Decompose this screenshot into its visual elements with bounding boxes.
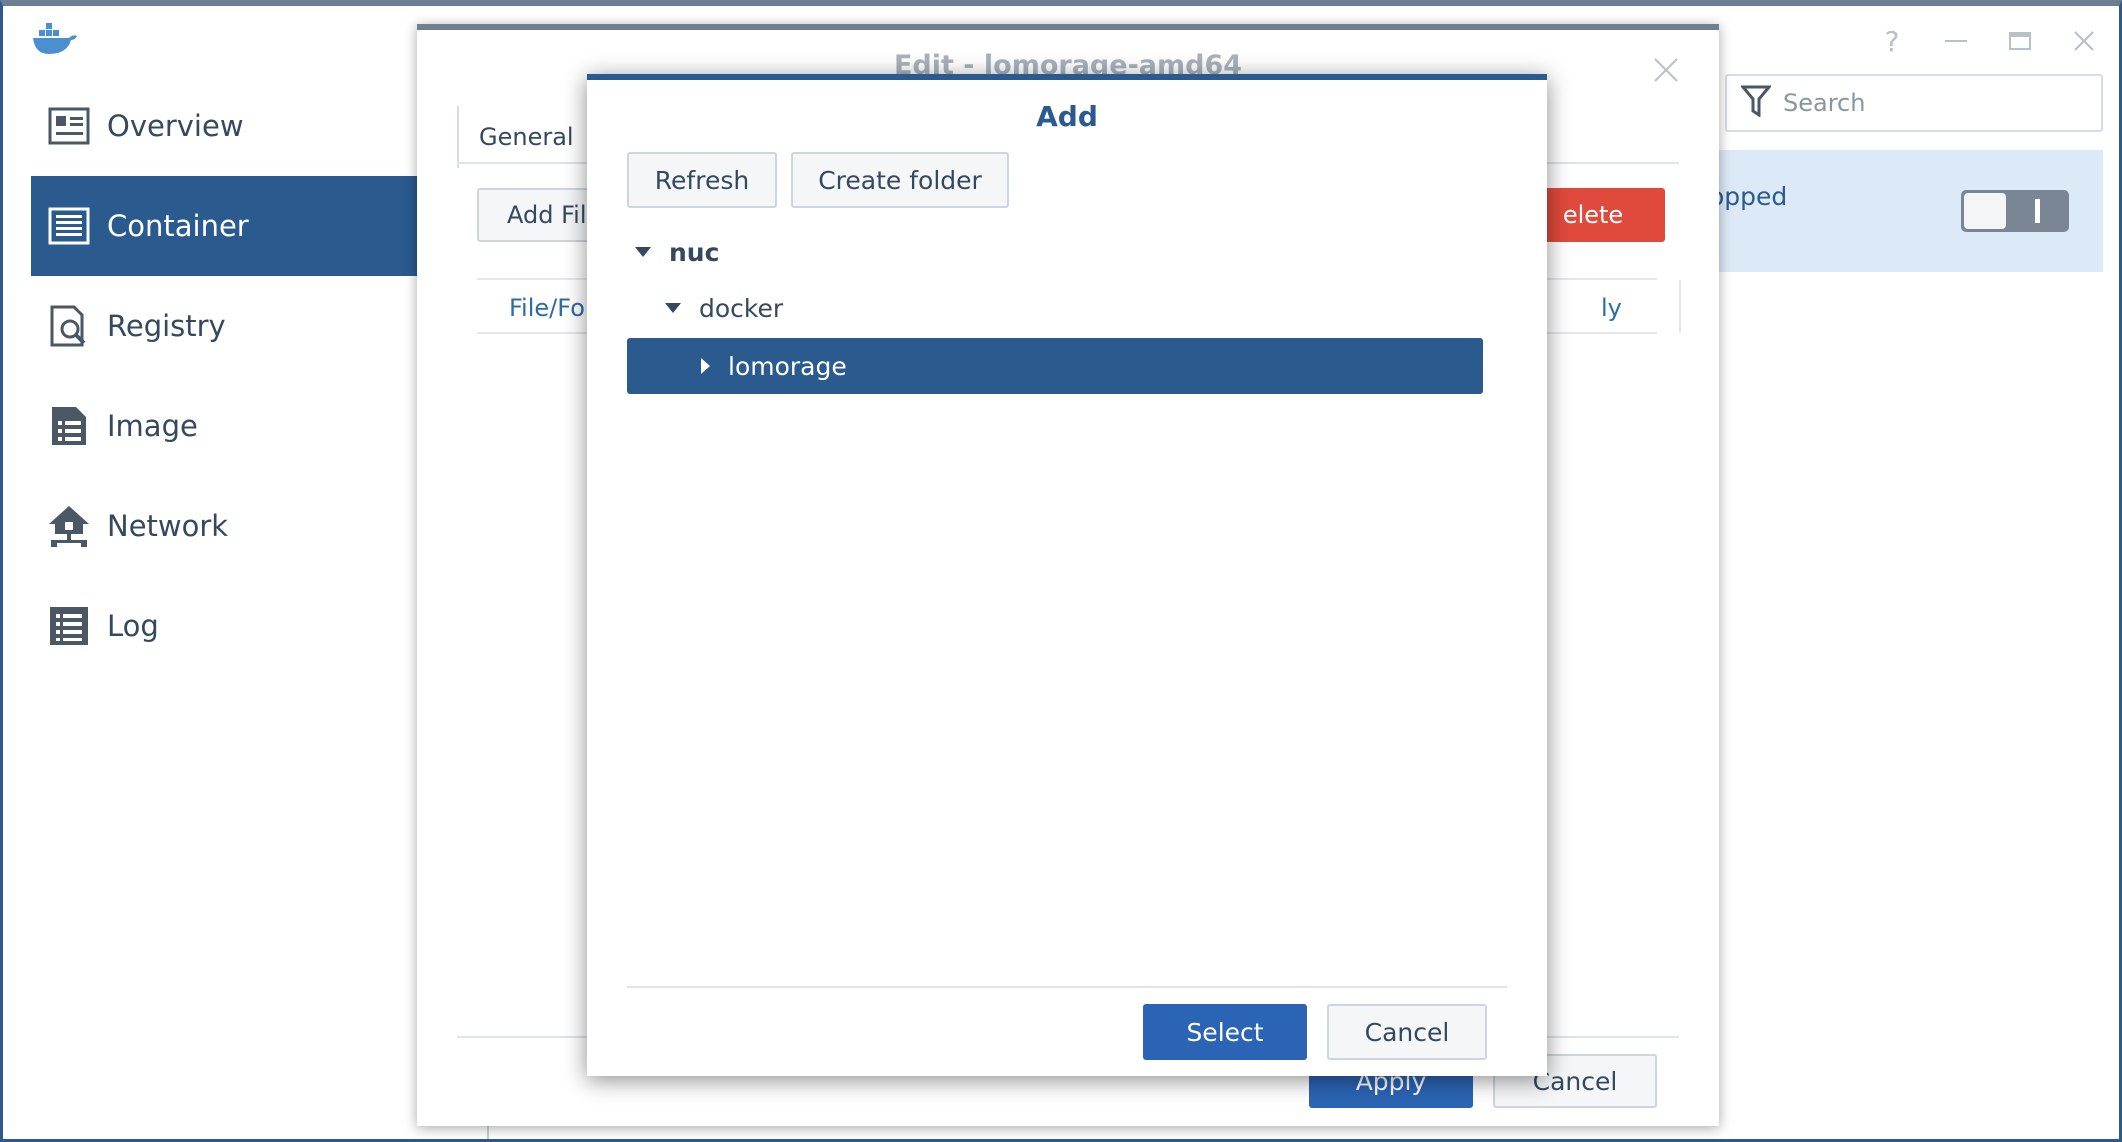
create-folder-button[interactable]: Create folder [791,152,1009,208]
search-input[interactable]: Search [1725,74,2103,132]
tree-node-docker[interactable]: docker [665,280,783,336]
expand-arrow-icon[interactable] [635,247,651,257]
help-icon[interactable]: ? [1877,25,1907,58]
filter-icon [1739,85,1773,121]
sidebar-item-label: Log [107,609,159,643]
docker-whale-icon [29,20,79,60]
tab-general[interactable]: General [457,106,594,168]
column-separator [1679,280,1681,332]
maximize-icon[interactable] [2005,26,2035,56]
close-icon[interactable] [2069,26,2099,56]
close-icon[interactable] [1653,52,1679,92]
sidebar: Overview Container Registry Image Networ… [31,76,417,676]
minimize-icon[interactable] [1941,26,1971,56]
sidebar-item-image[interactable]: Image [31,376,417,476]
column-header-readonly[interactable]: ly [1601,294,1622,322]
sidebar-item-label: Overview [107,109,244,143]
container-toggle[interactable] [1961,190,2069,232]
sidebar-item-network[interactable]: Network [31,476,417,576]
refresh-button[interactable]: Refresh [627,152,777,208]
expand-arrow-icon[interactable] [665,303,681,313]
search-placeholder: Search [1783,89,1866,117]
sidebar-item-registry[interactable]: Registry [31,276,417,376]
tree-node-label: nuc [669,237,720,267]
sidebar-item-label: Container [107,209,249,243]
collapse-arrow-icon[interactable] [701,358,710,374]
add-folder-dialog: Add Refresh Create folder nuc docker lom… [587,74,1547,1076]
tree-node-label: lomorage [728,351,847,381]
sidebar-item-log[interactable]: Log [31,576,417,676]
toggle-indicator [2035,199,2040,223]
window-controls: ? [1877,25,2099,58]
tree-node-nuc[interactable]: nuc [635,224,719,280]
image-icon [47,404,91,448]
sidebar-item-label: Registry [107,309,226,343]
registry-icon [47,304,91,348]
sidebar-item-label: Network [107,509,229,543]
divider [627,986,1507,988]
network-icon [47,504,91,548]
tree-node-label: docker [699,293,784,323]
select-button[interactable]: Select [1143,1004,1307,1060]
cancel-button[interactable]: Cancel [1327,1004,1487,1060]
dialog-title: Add [1036,100,1098,133]
status-text: opped [1709,182,1788,211]
overview-icon [47,104,91,148]
sidebar-item-label: Image [107,409,198,443]
toggle-knob [1964,193,2006,229]
log-icon [47,604,91,648]
docker-app-window: ? Overview Container Registry Image Netw… [0,0,2122,1142]
sidebar-item-container[interactable]: Container [31,176,417,276]
tree-node-lomorage[interactable]: lomorage [627,338,1483,394]
sidebar-item-overview[interactable]: Overview [31,76,417,176]
container-icon [47,204,91,248]
